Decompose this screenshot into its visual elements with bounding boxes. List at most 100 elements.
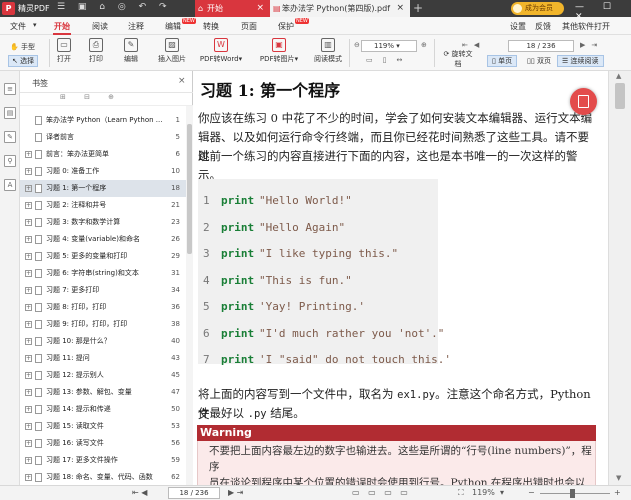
member-button[interactable]: 成为会员 [511, 2, 564, 15]
insert-image-button[interactable]: ▨ 插入图片 [154, 38, 190, 64]
expand-icon[interactable]: + [25, 219, 32, 226]
close-tab-icon[interactable]: × [256, 0, 264, 17]
page-fit-icons[interactable]: ▭▯↔ [366, 56, 412, 64]
expand-icon[interactable]: + [25, 355, 32, 362]
close-icon[interactable]: × [178, 76, 186, 86]
bookmark-item[interactable]: + 习题 0: 准备工作 10 [20, 163, 186, 180]
bookmark-item[interactable]: + 习题 3: 数字和数学计算 23 [20, 214, 186, 231]
zoom-in-icon[interactable]: ⊕ [421, 41, 427, 49]
bookmark-panel-icon[interactable]: ≡ [4, 83, 16, 95]
bookmark-item[interactable]: + 习题 2: 注释和井号 21 [20, 197, 186, 214]
expand-icon[interactable]: + [25, 474, 32, 481]
bookmark-item[interactable]: + 前言：笨办法更简单 6 [20, 146, 186, 163]
expand-icon[interactable]: + [25, 457, 32, 464]
page-number-input[interactable]: 18 / 236 [508, 40, 574, 52]
bookmark-item[interactable]: + 习题 9: 打印，打印，打印 38 [20, 316, 186, 333]
close-tab-icon[interactable]: × [396, 0, 404, 17]
expand-icon[interactable]: + [25, 440, 32, 447]
zoom-in-icon[interactable]: + [614, 488, 621, 497]
sidebar-scrollbar[interactable] [186, 106, 193, 485]
bookmark-item[interactable]: + 习题 7: 更多打印 34 [20, 282, 186, 299]
reading-mode-button[interactable]: ▥ 阅读模式 [311, 38, 345, 64]
bookmark-item[interactable]: + 习题 14: 提示和传递 50 [20, 401, 186, 418]
expand-icon[interactable]: + [25, 202, 32, 209]
edit-button[interactable]: ✎ 编辑 [118, 38, 144, 64]
pdf-to-word-button[interactable]: W PDF转Word▾ [196, 38, 246, 64]
comment-panel-icon[interactable]: ✎ [4, 131, 16, 143]
tab-document[interactable]: ▤ 笨办法学 Python(第四版).pdf × [270, 0, 410, 17]
expand-icon[interactable]: + [25, 321, 32, 328]
attachment-panel-icon[interactable]: A [4, 179, 16, 191]
next-last-page-icons[interactable]: ▶⇥ [580, 41, 603, 49]
bookmark-item[interactable]: 译者前言 5 [20, 129, 186, 146]
search-panel-icon[interactable]: ⚲ [4, 155, 16, 167]
thumbnail-panel-icon[interactable]: ▤ [4, 107, 16, 119]
prev-page-icons[interactable]: ⇤ ◀ [132, 488, 147, 497]
new-tab-button[interactable]: + [413, 0, 423, 17]
bookmark-item[interactable]: 笨办法学 Python（Learn Python ... 1 [20, 112, 186, 129]
menu-file[interactable]: 文件 [10, 21, 26, 32]
zoom-slider-handle[interactable] [570, 489, 575, 498]
bookmark-item[interactable]: + 习题 15: 读取文件 53 [20, 418, 186, 435]
expand-icon[interactable]: + [25, 151, 32, 158]
next-page-icons[interactable]: ▶ ⇥ [228, 488, 243, 497]
continuous-button[interactable]: ☰ 连续阅读 [557, 55, 604, 67]
bookmark-item[interactable]: + 习题 17: 更多文件操作 59 [20, 452, 186, 469]
status-page-input[interactable]: 18 / 236 [168, 487, 220, 499]
menu-edit[interactable]: 编辑 [165, 21, 181, 32]
open-button[interactable]: ▭ 打开 [52, 38, 76, 64]
expand-icon[interactable]: + [25, 338, 32, 345]
menu-page[interactable]: 页面 [241, 21, 257, 32]
zoom-out-icon[interactable]: ⊖ [354, 41, 360, 49]
view-mode-icons[interactable]: ▭ ▭ ▭ ▭ [352, 488, 411, 497]
menu-convert[interactable]: 转换 [203, 21, 219, 32]
first-prev-page-icons[interactable]: ⇤◀ [462, 41, 485, 49]
pdf-to-image-button[interactable]: ▣ PDF转图片▾ [256, 38, 302, 64]
expand-icon[interactable]: + [25, 168, 32, 175]
expand-icon[interactable]: + [25, 372, 32, 379]
expand-icon[interactable]: + [25, 185, 32, 192]
menu-settings[interactable]: 设置 [510, 21, 526, 32]
floating-tool-button[interactable] [570, 88, 597, 115]
hand-tool[interactable]: ✋ 手型 [10, 42, 35, 52]
bookmark-item[interactable]: + 习题 1: 第一个程序 18 [20, 180, 186, 197]
expand-icon[interactable]: + [25, 270, 32, 277]
print-button[interactable]: ⎙ 打印 [84, 38, 108, 64]
bookmark-item[interactable]: + 习题 5: 更多的变量和打印 29 [20, 248, 186, 265]
document-scrollbar[interactable]: ▲ ▼ [608, 71, 631, 485]
menu-protect[interactable]: 保护 [278, 21, 294, 32]
rotate-button[interactable]: ⟳ 旋转文档 [441, 49, 475, 69]
fit-icon[interactable]: ⛶ [458, 488, 464, 498]
bookmark-item[interactable]: + 习题 13: 参数、解包、变量 47 [20, 384, 186, 401]
bookmark-item[interactable]: + 习题 16: 读写文件 56 [20, 435, 186, 452]
zoom-slider[interactable] [540, 493, 610, 494]
tab-home[interactable]: ⌂ 开始 × [195, 0, 270, 17]
zoom-select[interactable]: 119% ▾ [361, 40, 417, 52]
menu-read[interactable]: 阅读 [92, 21, 108, 32]
expand-icon[interactable]: + [25, 236, 32, 243]
single-page-button[interactable]: ▯ 单页 [487, 55, 518, 67]
bookmark-tools[interactable]: ⊞ ⊟ ⊕ [20, 93, 193, 106]
bookmark-item[interactable]: + 习题 6: 字符串(string)和文本 31 [20, 265, 186, 282]
menu-feedback[interactable]: 反馈 [535, 21, 551, 32]
quick-access-icons[interactable]: ☰ ▣ ⌂ ◎ ↶ ↷ [57, 2, 172, 12]
scroll-thumb[interactable] [615, 83, 625, 109]
bookmark-item[interactable]: + 习题 11: 提问 43 [20, 350, 186, 367]
zoom-out-icon[interactable]: − [528, 488, 535, 497]
double-page-button[interactable]: ▯▯ 双页 [523, 55, 555, 67]
menu-annotate[interactable]: 注释 [128, 21, 144, 32]
scroll-down-icon[interactable]: ▼ [616, 474, 621, 482]
status-zoom[interactable]: 119% [472, 488, 495, 497]
expand-icon[interactable]: + [25, 304, 32, 311]
expand-icon[interactable]: + [25, 253, 32, 260]
menu-start[interactable]: 开始 [54, 21, 70, 32]
bookmark-item[interactable]: + 习题 18: 命名、变量、代码、函数 62 [20, 469, 186, 486]
select-tool[interactable]: ↖ 选择 [8, 55, 39, 67]
bookmark-item[interactable]: + 习题 10: 那是什么？ 40 [20, 333, 186, 350]
scroll-thumb[interactable] [187, 124, 192, 254]
expand-icon[interactable]: + [25, 406, 32, 413]
bookmark-item[interactable]: + 习题 12: 提示别人 45 [20, 367, 186, 384]
expand-icon[interactable]: + [25, 287, 32, 294]
bookmark-item[interactable]: + 习题 4: 变量(variable)和命名 26 [20, 231, 186, 248]
scroll-up-icon[interactable]: ▲ [616, 72, 621, 80]
